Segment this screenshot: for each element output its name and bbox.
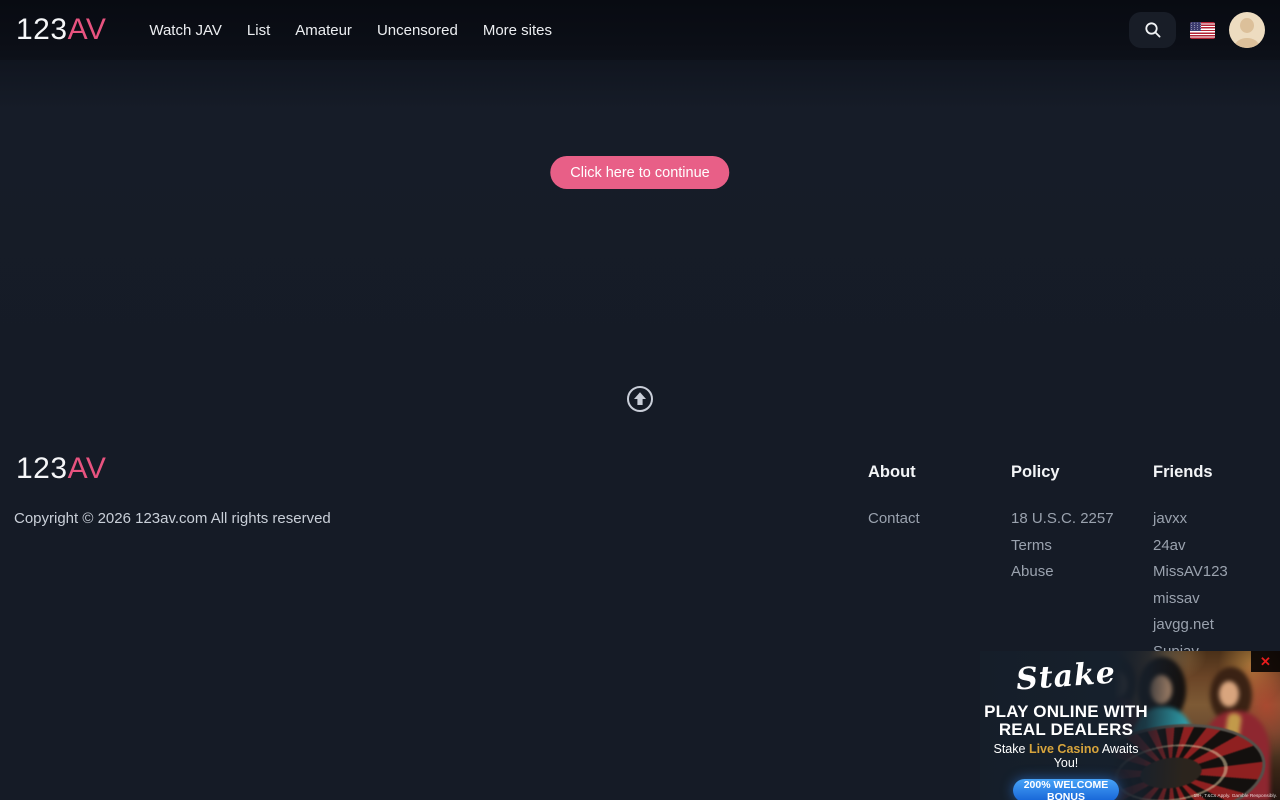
- footer-link-abuse[interactable]: Abuse: [1011, 559, 1151, 586]
- footer-link-contact[interactable]: Contact: [868, 506, 1008, 533]
- footer-column-friends: Friends javxx 24av MissAV123 missav javg…: [1153, 463, 1280, 666]
- avatar-head: [1240, 18, 1254, 33]
- ad-headline-line1: PLAY ONLINE WITH: [980, 703, 1152, 721]
- navbar-right: [1129, 12, 1265, 48]
- footer-logo-123: 123: [16, 452, 68, 485]
- footer-logo-av: AV: [68, 452, 107, 485]
- copyright-text: Copyright © 2026 123av.com All rights re…: [14, 510, 331, 527]
- nav-item-amateur[interactable]: Amateur: [295, 22, 352, 39]
- footer-link-terms[interactable]: Terms: [1011, 533, 1151, 560]
- flag-canton: [1190, 22, 1201, 31]
- footer-link-javgg[interactable]: javgg.net: [1153, 612, 1280, 639]
- nav-item-uncensored[interactable]: Uncensored: [377, 22, 458, 39]
- footer-link-24av[interactable]: 24av: [1153, 533, 1280, 560]
- footer-link-javxx[interactable]: javxx: [1153, 506, 1280, 533]
- continue-button[interactable]: Click here to continue: [550, 156, 729, 189]
- main-nav: Watch JAV List Amateur Uncensored More s…: [149, 22, 552, 39]
- ad-disclaimer: 18+, T&Cs Apply. Gamble Responsibly.: [1194, 793, 1277, 798]
- footer-link-missav[interactable]: missav: [1153, 586, 1280, 613]
- stake-logo: Stake: [980, 653, 1153, 700]
- ad-content: Stake PLAY ONLINE WITH REAL DEALERS Stak…: [980, 651, 1152, 800]
- avatar[interactable]: [1229, 12, 1265, 48]
- footer-column-about: About Contact: [868, 463, 1008, 533]
- footer-column-title: Friends: [1153, 463, 1280, 482]
- footer-logo[interactable]: 123AV: [16, 454, 106, 484]
- footer-column-title: About: [868, 463, 1008, 482]
- nav-item-list[interactable]: List: [247, 22, 270, 39]
- avatar-body: [1235, 38, 1259, 48]
- us-flag-icon[interactable]: [1190, 22, 1215, 39]
- logo-text-123: 123: [16, 13, 68, 46]
- ad-subline: Stake Live Casino Awaits You!: [980, 742, 1152, 770]
- stake-ad-banner[interactable]: Stake PLAY ONLINE WITH REAL DEALERS Stak…: [980, 651, 1280, 800]
- nav-item-watch-jav[interactable]: Watch JAV: [149, 22, 222, 39]
- footer-link-missav123[interactable]: MissAV123: [1153, 559, 1280, 586]
- search-button[interactable]: [1129, 12, 1176, 48]
- search-icon: [1144, 21, 1162, 39]
- logo-text-av: AV: [68, 13, 107, 46]
- ad-close-button[interactable]: ✕: [1251, 651, 1280, 672]
- footer-column-policy: Policy 18 U.S.C. 2257 Terms Abuse: [1011, 463, 1151, 586]
- page: 123AV Watch JAV List Amateur Uncensored …: [0, 0, 1280, 800]
- welcome-bonus-button[interactable]: 200% WELCOME BONUS: [1013, 779, 1119, 800]
- ad-headline-line2: REAL DEALERS: [980, 721, 1152, 738]
- arrow-up-circle-icon[interactable]: [626, 385, 654, 413]
- ad-sub-highlight: Live Casino: [1029, 742, 1099, 756]
- site-logo[interactable]: 123AV: [16, 15, 106, 45]
- footer-link-2257[interactable]: 18 U.S.C. 2257: [1011, 506, 1151, 533]
- footer-column-title: Policy: [1011, 463, 1151, 482]
- nav-item-more-sites[interactable]: More sites: [483, 22, 552, 39]
- ad-sub-pre: Stake: [994, 742, 1029, 756]
- top-navbar: 123AV Watch JAV List Amateur Uncensored …: [0, 0, 1280, 60]
